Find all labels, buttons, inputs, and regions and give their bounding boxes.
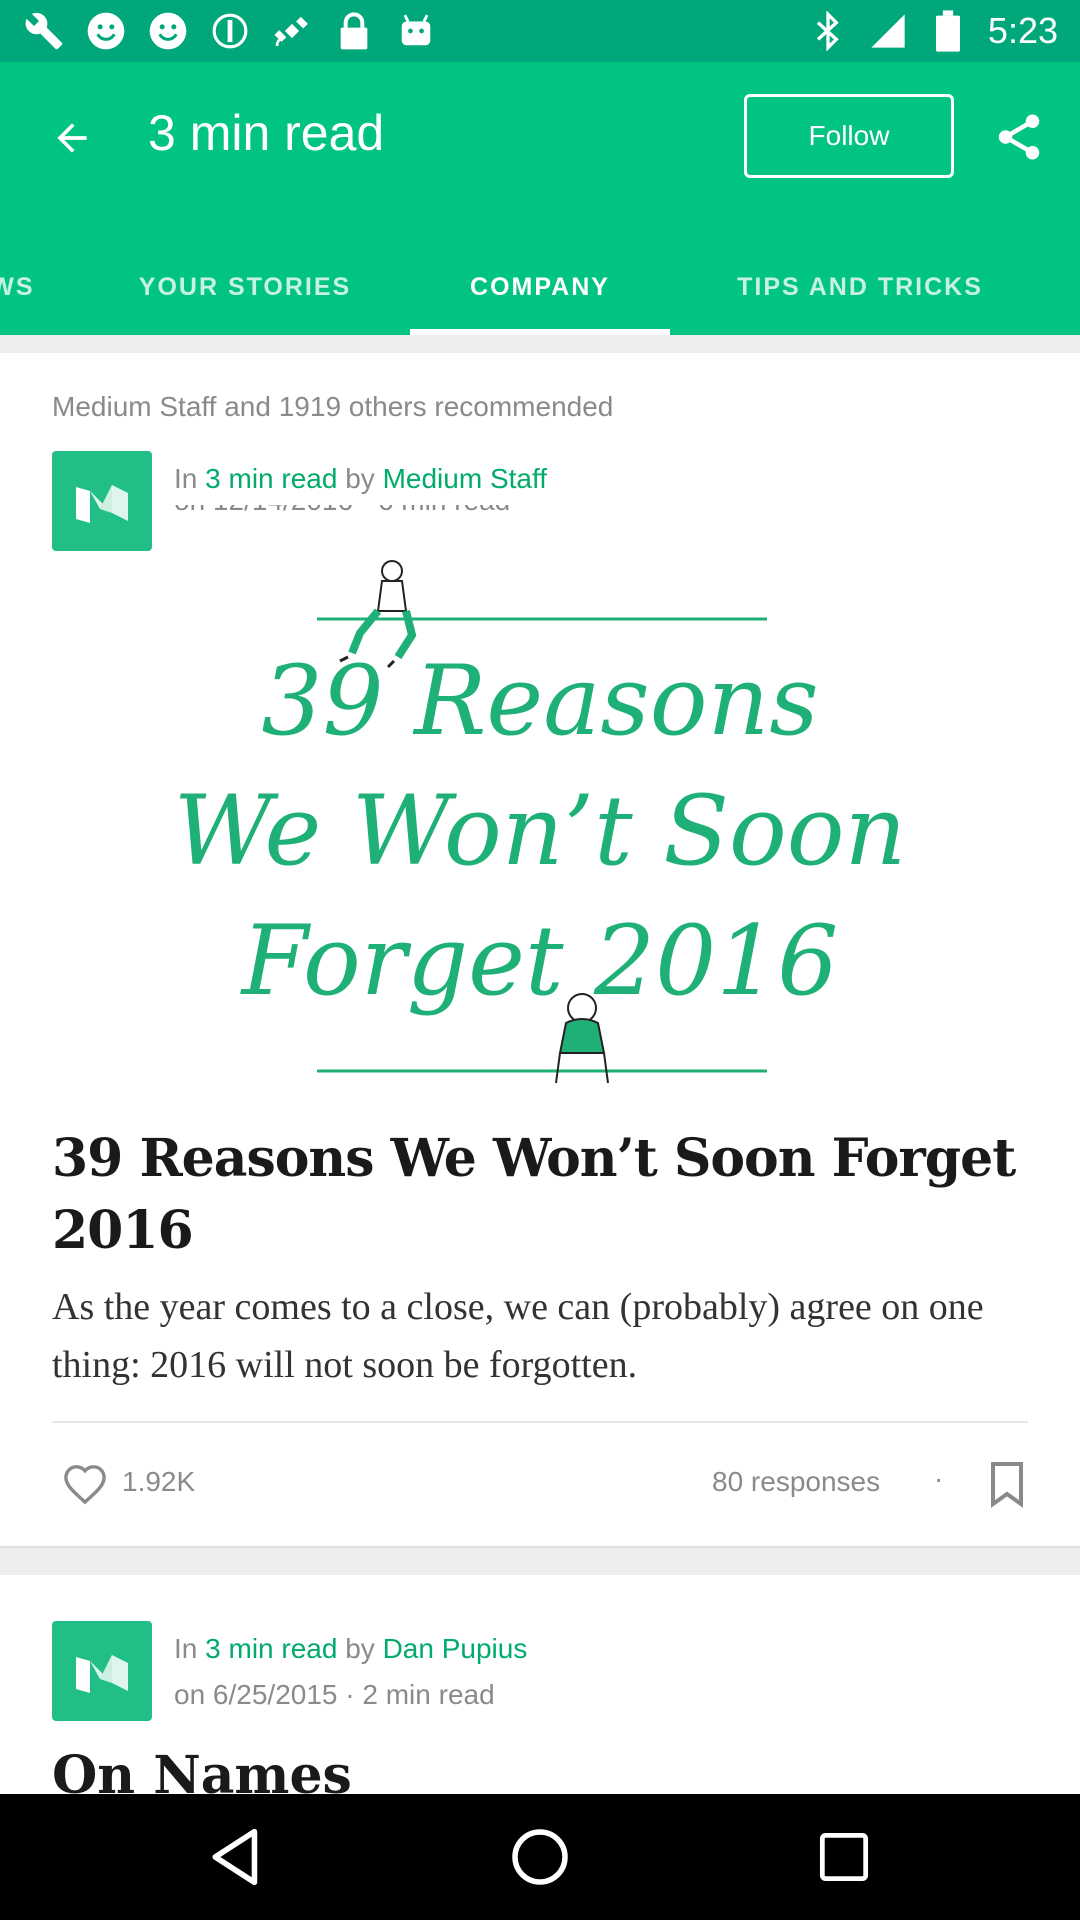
hero-line-3: Forget 2016 [241, 905, 839, 1017]
status-bar: 5:23 [0, 0, 1080, 62]
responses-link[interactable]: 80 responses [712, 1466, 880, 1498]
author-link[interactable]: Medium Staff [383, 463, 547, 494]
android-icon [396, 11, 436, 51]
publication-link[interactable]: 3 min read [205, 1633, 337, 1664]
story-meta: In 3 min read by Medium Staff [174, 463, 547, 495]
square-recents-icon [819, 1832, 869, 1882]
status-icons-left [24, 8, 436, 54]
page-title: 3 min read [148, 105, 385, 161]
share-icon [998, 114, 1040, 160]
bookmark-button[interactable] [982, 1457, 1032, 1511]
publication-logo[interactable] [52, 451, 152, 551]
story-date: on 6/25/2015 · 2 min read [174, 1679, 495, 1710]
like-count: 1.92K [122, 1466, 196, 1497]
story-footer: 1.92K 80 responses · [52, 1453, 1028, 1513]
nav-back-button[interactable] [196, 1817, 276, 1897]
medium-logo-icon [76, 485, 128, 523]
bookmark-icon [991, 1462, 1023, 1508]
story-card[interactable]: In 3 min read by Dan Pupius on 6/25/2015… [0, 1575, 1080, 1794]
share-button[interactable] [984, 102, 1054, 172]
author-link[interactable]: Dan Pupius [383, 1633, 528, 1664]
system-nav-bar [0, 1794, 1080, 1920]
heart-icon [64, 1465, 106, 1505]
tab-your-stories[interactable]: YOUR STORIES [110, 240, 380, 335]
publication-logo[interactable] [52, 1621, 152, 1721]
meta-by-text: by [345, 1633, 375, 1664]
status-time: 5:23 [987, 10, 1058, 51]
story-date-clipped: on 12/14/2016 · 6 min read [174, 505, 594, 517]
story-headline[interactable]: 39 Reasons We Won’t Soon Forget 2016 [52, 1123, 1032, 1267]
nav-recents-button[interactable] [804, 1817, 884, 1897]
story-feed[interactable]: Medium Staff and 1919 others recommended… [0, 335, 1080, 1794]
circle-home-icon [512, 1829, 568, 1885]
nav-home-button[interactable] [500, 1817, 580, 1897]
satellite-icon [272, 11, 312, 51]
story-subtitle[interactable]: As the year comes to a close, we can (pr… [52, 1278, 1032, 1394]
app-bar: 3 min read Follow NEWS YOUR STORIES COMP… [0, 62, 1080, 335]
story-hero-image[interactable]: 39 Reasons We Won’t Soon Forget 2016 [120, 553, 960, 1083]
tab-tips-and-tricks[interactable]: TIPS AND TRICKS [700, 240, 1020, 335]
card-divider [52, 1421, 1028, 1423]
publication-link[interactable]: 3 min read [205, 463, 337, 494]
bluetooth-icon [808, 11, 848, 51]
story-date: on 12/14/2016 · 6 min read [174, 505, 594, 517]
medium-logo-icon [76, 1655, 128, 1693]
lock-icon [334, 11, 374, 51]
back-button[interactable] [40, 106, 104, 170]
smiley-icon [86, 11, 126, 51]
status-icons-right: 5:23 [808, 8, 1058, 54]
story-meta: In 3 min read by Dan Pupius [174, 1633, 527, 1665]
meta-by-text: by [345, 463, 375, 494]
tab-company[interactable]: COMPANY [410, 240, 670, 335]
battery-icon [928, 10, 968, 52]
hero-line-2: We Won’t Soon [173, 775, 907, 887]
follow-button[interactable]: Follow [744, 94, 954, 178]
meta-in-text: In [174, 463, 198, 494]
smiley-icon [148, 11, 188, 51]
sync-icon [210, 11, 250, 51]
story-headline[interactable]: On Names [52, 1745, 352, 1794]
hero-line-1: 39 Reasons [261, 645, 819, 757]
recommended-by-text: Medium Staff and 1919 others recommended [52, 391, 614, 422]
story-card[interactable]: Medium Staff and 1919 others recommended… [0, 353, 1080, 1548]
tab-news[interactable]: NEWS [0, 240, 48, 335]
wrench-icon [24, 11, 64, 51]
arrow-left-icon [57, 123, 87, 153]
signal-icon [868, 11, 908, 51]
triangle-back-icon [212, 1828, 258, 1886]
recommend-button[interactable] [60, 1459, 110, 1509]
meta-in-text: In [174, 1633, 198, 1664]
separator-dot: · [934, 1463, 944, 1494]
tab-bar: NEWS YOUR STORIES COMPANY TIPS AND TRICK… [0, 240, 1080, 335]
